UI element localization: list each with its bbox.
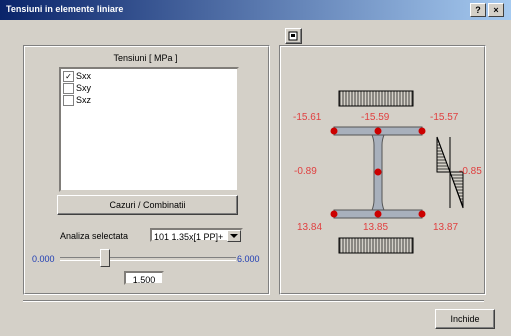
value-bot-right: 13.87	[433, 222, 459, 233]
value-bot-left: 13.84	[297, 222, 323, 233]
compression-triangle	[449, 171, 464, 208]
close-dialog-button[interactable]: Inchide	[435, 309, 495, 329]
value-mid-left: -0.89	[294, 166, 317, 177]
value-bot-mid: 13.85	[363, 222, 389, 233]
value-top-left: -15.61	[293, 112, 322, 123]
separator	[23, 300, 484, 302]
value-top-right: -15.57	[430, 112, 459, 123]
tension-triangle	[436, 136, 451, 173]
bottom-stress-block	[338, 237, 414, 254]
stress-diagram	[330, 90, 464, 254]
value-top-mid: -15.59	[361, 112, 390, 123]
value-mid-right: -0.85	[459, 166, 482, 177]
top-stress-block	[338, 90, 414, 107]
